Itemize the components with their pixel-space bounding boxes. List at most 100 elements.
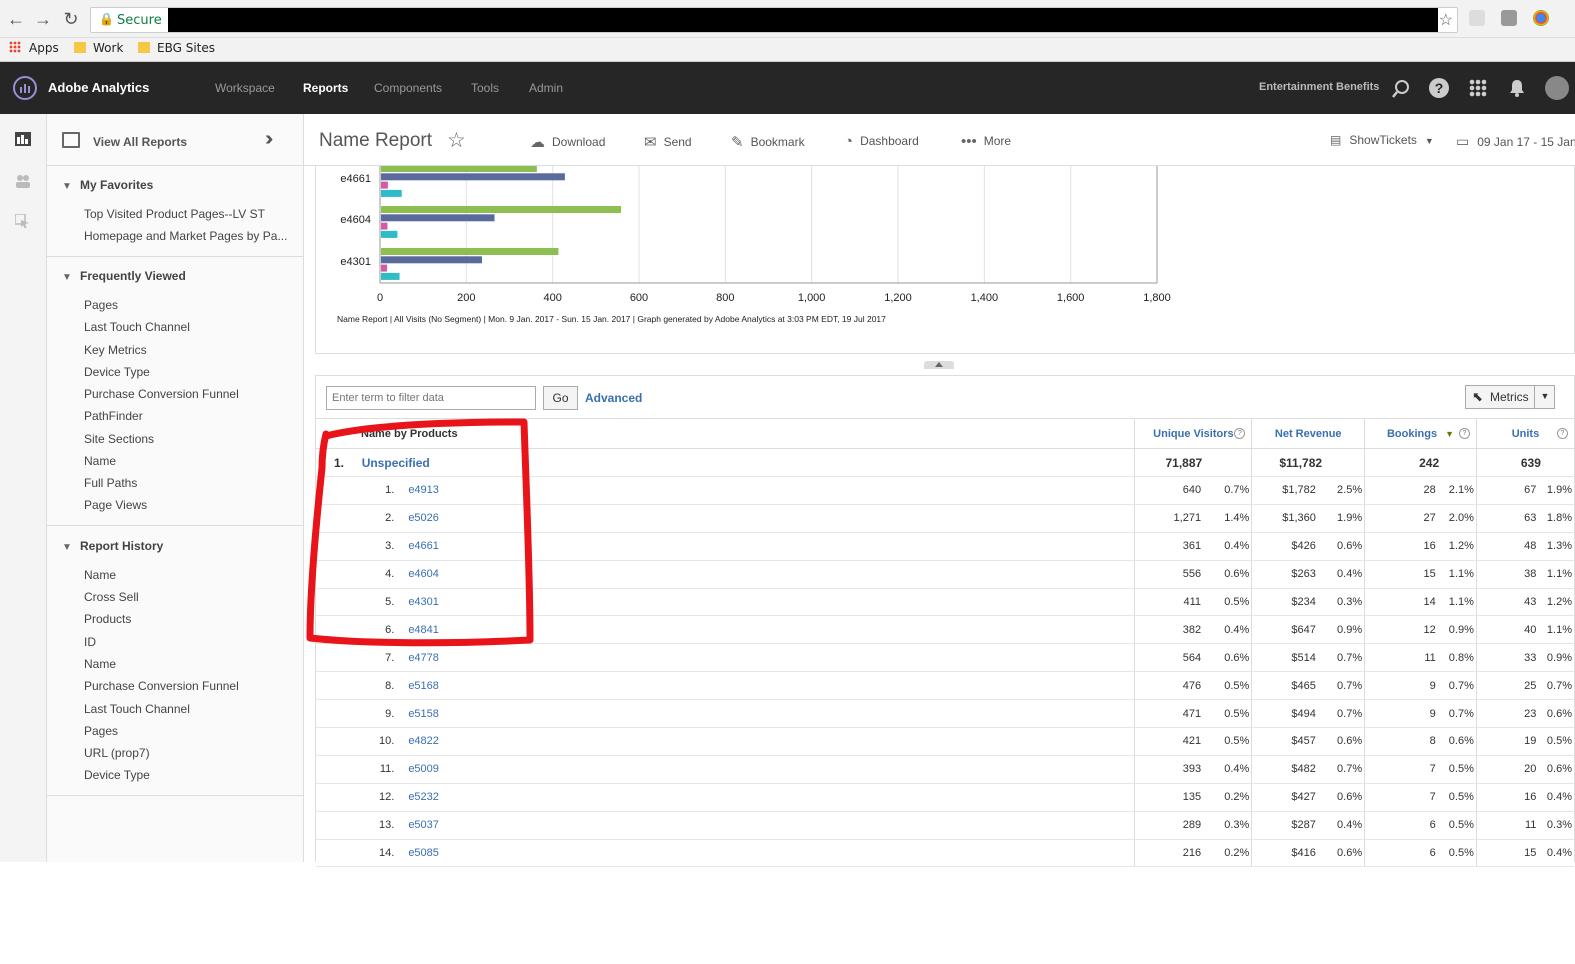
report-history-header[interactable]: ▼ Report History bbox=[62, 539, 163, 553]
filter-input[interactable] bbox=[326, 386, 536, 410]
go-button[interactable]: Go bbox=[543, 386, 578, 410]
download-button[interactable]: ☁ Download bbox=[530, 133, 605, 151]
cursor-rail-icon[interactable] bbox=[15, 214, 31, 228]
chart-bar[interactable] bbox=[381, 230, 398, 238]
nav-components[interactable]: Components bbox=[374, 81, 442, 95]
chart-bar[interactable] bbox=[381, 166, 537, 172]
date-range-selector[interactable]: ▭ 09 Jan 17 - 15 Jan bbox=[1456, 133, 1575, 150]
row-name-link[interactable]: e5085 bbox=[408, 847, 439, 859]
metrics-dropdown-icon[interactable]: ▼ bbox=[1534, 385, 1555, 409]
dimension-header[interactable]: Name by Products bbox=[316, 418, 1135, 449]
view-all-reports-label[interactable]: View All Reports bbox=[93, 135, 187, 149]
panel-splitter-handle[interactable] bbox=[924, 361, 954, 369]
chart-bar[interactable] bbox=[381, 264, 388, 272]
chart-bar[interactable] bbox=[381, 272, 400, 280]
sidebar-item[interactable]: Device Type bbox=[84, 365, 150, 379]
net-revenue-header[interactable]: Net Revenue bbox=[1251, 418, 1365, 449]
search-icon[interactable] bbox=[1391, 79, 1411, 99]
sidebar-item[interactable]: Name bbox=[84, 454, 116, 468]
sidebar-item[interactable]: Purchase Conversion Funnel bbox=[84, 679, 239, 693]
nav-admin[interactable]: Admin bbox=[529, 81, 563, 95]
bookmark-button[interactable]: ✎ Bookmark bbox=[731, 133, 805, 151]
sidebar-item[interactable]: Cross Sell bbox=[84, 590, 139, 604]
row-name-link[interactable]: e4604 bbox=[408, 568, 439, 580]
row-name-link[interactable]: e4661 bbox=[408, 540, 439, 552]
extension-icon[interactable] bbox=[1501, 10, 1517, 26]
bookmark-apps[interactable]: Apps bbox=[9, 41, 59, 55]
address-bar[interactable]: 🔒 Secure ☆ bbox=[90, 7, 1458, 33]
reload-button[interactable]: ↻ bbox=[60, 8, 82, 30]
more-button[interactable]: ••• More bbox=[961, 133, 1011, 150]
forward-button[interactable]: → bbox=[32, 8, 54, 30]
notification-bell-icon[interactable] bbox=[1509, 78, 1525, 98]
favorite-star-icon[interactable]: ☆ bbox=[447, 128, 466, 153]
row-name-link[interactable]: e5168 bbox=[408, 680, 439, 692]
chart-bar[interactable] bbox=[381, 206, 622, 213]
favorites-header[interactable]: ▼ My Favorites bbox=[62, 178, 153, 192]
row-name-link[interactable]: e5009 bbox=[408, 763, 439, 775]
row-name-link[interactable]: e4301 bbox=[408, 596, 439, 608]
help-icon[interactable]: ? bbox=[1458, 428, 1470, 439]
chart-bar[interactable] bbox=[381, 248, 559, 255]
collapse-sidebar-icon[interactable]: ›› bbox=[265, 128, 274, 151]
chart-bar[interactable] bbox=[381, 173, 565, 181]
advanced-link[interactable]: Advanced bbox=[585, 391, 642, 405]
nav-reports[interactable]: Reports bbox=[303, 81, 348, 95]
help-icon[interactable]: ? bbox=[1429, 78, 1449, 98]
row-name-link[interactable]: e4822 bbox=[408, 735, 439, 747]
sort-desc-icon[interactable]: ▼ bbox=[1445, 429, 1454, 439]
row-name-link[interactable]: e5037 bbox=[408, 819, 439, 831]
extension-pdf-icon[interactable] bbox=[1469, 10, 1485, 26]
row-name-link[interactable]: e4913 bbox=[408, 484, 439, 496]
send-button[interactable]: ✉ Send bbox=[644, 133, 692, 151]
view-all-reports-header[interactable]: View All Reports ›› bbox=[47, 114, 303, 166]
dashboard-button[interactable]: ◔ Dashboard bbox=[844, 133, 919, 150]
sidebar-item[interactable]: Full Paths bbox=[84, 476, 137, 490]
sidebar-item[interactable]: Last Touch Channel bbox=[84, 702, 190, 716]
help-icon[interactable]: ? bbox=[1234, 428, 1246, 439]
chart-bar[interactable] bbox=[381, 189, 402, 197]
row-name-link[interactable]: e5026 bbox=[408, 512, 439, 524]
nav-tools[interactable]: Tools bbox=[471, 81, 499, 95]
users-rail-icon[interactable] bbox=[15, 174, 31, 188]
user-avatar[interactable] bbox=[1545, 76, 1569, 100]
sidebar-item[interactable]: Page Views bbox=[84, 498, 147, 512]
help-icon[interactable]: ? bbox=[1557, 428, 1568, 439]
back-button[interactable]: ← bbox=[5, 8, 27, 30]
sidebar-item[interactable]: Purchase Conversion Funnel bbox=[84, 387, 239, 401]
chart-bar[interactable] bbox=[381, 214, 495, 222]
sidebar-item[interactable]: Pages bbox=[84, 298, 118, 312]
row-name-link[interactable]: e5158 bbox=[408, 708, 439, 720]
bookings-header[interactable]: Bookings ▼? bbox=[1364, 418, 1477, 449]
reports-rail-icon[interactable] bbox=[15, 132, 31, 146]
bookmark-ebg-sites[interactable]: EBG Sites bbox=[138, 41, 215, 55]
sidebar-item[interactable]: Homepage and Market Pages by Pa... bbox=[84, 229, 287, 243]
sidebar-item[interactable]: Last Touch Channel bbox=[84, 320, 190, 334]
sidebar-item[interactable]: Name bbox=[84, 657, 116, 671]
chart-bar[interactable] bbox=[381, 256, 483, 264]
sidebar-item[interactable]: Key Metrics bbox=[84, 343, 147, 357]
row-name-link[interactable]: e5232 bbox=[408, 791, 439, 803]
chart-bar[interactable] bbox=[381, 222, 388, 230]
row-name-link[interactable]: e4778 bbox=[408, 652, 439, 664]
bookmark-work[interactable]: Work bbox=[74, 41, 123, 55]
sidebar-item[interactable]: Site Sections bbox=[84, 432, 154, 446]
row-name-link[interactable]: Unspecified bbox=[362, 456, 430, 470]
sidebar-item[interactable]: URL (prop7) bbox=[84, 746, 150, 760]
frequently-viewed-header[interactable]: ▼ Frequently Viewed bbox=[62, 269, 186, 283]
unique-visitors-header[interactable]: Unique Visitors? bbox=[1134, 418, 1252, 449]
extension-chrome-icon[interactable] bbox=[1533, 10, 1549, 26]
apps-grid-icon[interactable] bbox=[1469, 79, 1487, 97]
units-header[interactable]: Units? bbox=[1475, 418, 1574, 449]
sidebar-item[interactable]: ID bbox=[84, 635, 96, 649]
row-name-link[interactable]: e4841 bbox=[408, 624, 439, 636]
company-name[interactable]: Entertainment Benefits bbox=[1259, 81, 1379, 93]
sidebar-item[interactable]: Name bbox=[84, 568, 116, 582]
sidebar-item[interactable]: Device Type bbox=[84, 768, 150, 782]
sidebar-item[interactable]: Products bbox=[84, 612, 131, 626]
sidebar-item[interactable]: Top Visited Product Pages--LV ST bbox=[84, 207, 265, 221]
sidebar-item[interactable]: PathFinder bbox=[84, 409, 143, 423]
sidebar-item[interactable]: Pages bbox=[84, 724, 118, 738]
chart-bar[interactable] bbox=[381, 181, 388, 189]
report-suite-selector[interactable]: ▤ ShowTickets ▼ bbox=[1330, 133, 1434, 147]
